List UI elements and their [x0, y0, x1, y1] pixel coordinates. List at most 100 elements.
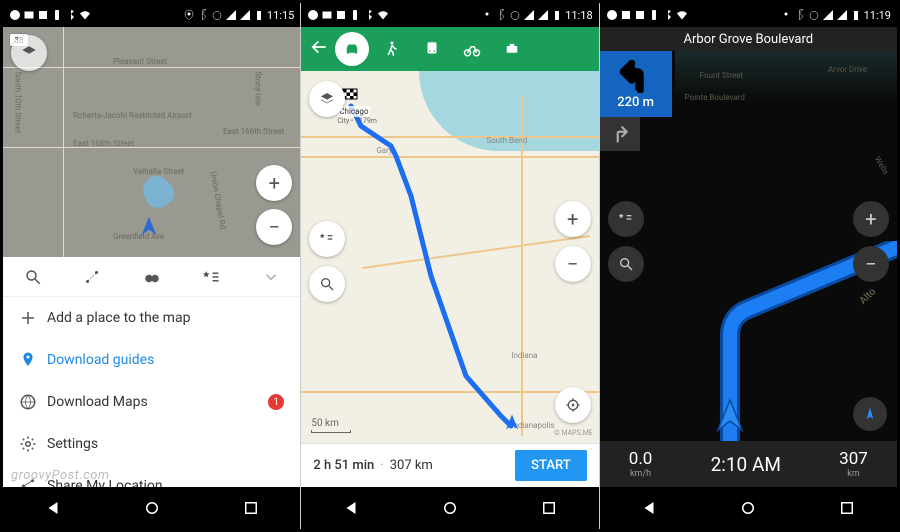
star-list-icon — [202, 268, 220, 286]
back-icon[interactable] — [640, 499, 658, 517]
tab-more[interactable] — [241, 268, 300, 286]
route-map[interactable]: Evanston Gary South Bend Indiana Indiana… — [301, 71, 598, 443]
bookmarks-button[interactable] — [608, 201, 644, 237]
spotify-icon — [307, 9, 319, 21]
menu-list: Add a place to the map Download guides D… — [3, 297, 300, 487]
nav-status-bar[interactable]: 0.0 km/h 2:10 AM 307 km — [600, 441, 897, 487]
next-turn[interactable] — [600, 117, 640, 151]
recents-icon[interactable] — [540, 499, 558, 517]
phone-icon — [51, 9, 63, 21]
status-bar: 11:19 — [600, 3, 897, 27]
current-street: Arbor Grove Boulevard — [600, 27, 897, 51]
screen-route: 11:18 Evanston Gary South Bend Indiana I… — [301, 3, 599, 529]
recents-icon[interactable] — [242, 499, 260, 517]
mode-transit[interactable] — [415, 32, 449, 66]
status-time: 11:19 — [864, 9, 891, 22]
menu-label: Download Maps — [47, 394, 148, 410]
map-label: Pleasant Street — [113, 57, 167, 66]
app-icon — [620, 9, 632, 21]
android-navbar — [3, 487, 300, 529]
taxi-icon — [503, 40, 521, 58]
android-navbar — [301, 487, 598, 529]
alarm-icon — [211, 9, 223, 21]
nav-position-icon — [712, 397, 748, 433]
tab-discover[interactable] — [122, 268, 181, 286]
menu-download-maps[interactable]: Download Maps 1 — [3, 381, 300, 423]
nav-map[interactable]: Fount Street Arvor Drive Pointe Boulevar… — [600, 51, 897, 441]
zoom-out-button[interactable]: − — [256, 209, 292, 245]
signal-icon — [523, 9, 535, 21]
map-label: South 10th Street — [14, 72, 23, 134]
plus-icon — [19, 309, 37, 327]
route-distance: 307 km — [390, 458, 433, 473]
turn-instruction[interactable]: 220 m — [600, 51, 672, 117]
zoom-in-button[interactable]: + — [853, 201, 889, 237]
car-icon — [343, 40, 361, 58]
menu-add-place[interactable]: Add a place to the map — [3, 297, 300, 339]
location-icon — [780, 9, 792, 21]
map-view[interactable]: Pleasant Street Roberts-Jacobi Restricte… — [3, 27, 300, 257]
home-icon[interactable] — [739, 499, 757, 517]
tab-route[interactable] — [62, 268, 121, 286]
battery-icon — [551, 9, 563, 21]
zoom-in-button[interactable]: + — [555, 201, 591, 237]
menu-label: Add a place to the map — [47, 310, 190, 326]
mode-bike[interactable] — [455, 32, 489, 66]
my-location-button[interactable] — [555, 387, 591, 423]
status-bar: 11:18 — [301, 3, 598, 27]
pin-icon — [19, 351, 37, 369]
signal-icon — [836, 9, 848, 21]
crosshair-icon — [565, 397, 581, 413]
back-icon[interactable] — [44, 499, 62, 517]
recents-icon[interactable] — [838, 499, 856, 517]
star-list-icon — [618, 211, 634, 227]
wifi-icon — [377, 9, 389, 21]
battery-icon — [850, 9, 862, 21]
menu-label: Download guides — [47, 352, 154, 368]
map-label: Union Chapel Rd — [209, 171, 228, 230]
tab-bookmarks[interactable] — [181, 268, 240, 286]
alarm-icon — [509, 9, 521, 21]
mode-car[interactable] — [335, 32, 369, 66]
home-icon[interactable] — [441, 499, 459, 517]
location-arrow-icon — [503, 413, 521, 431]
status-bar: 11:15 — [3, 3, 300, 27]
tab-search[interactable] — [3, 268, 62, 286]
eta-metric: 2:10 AM — [711, 453, 781, 476]
mode-taxi[interactable] — [495, 32, 529, 66]
speed-metric: 0.0 km/h — [629, 449, 653, 479]
compass-button[interactable] — [853, 397, 887, 431]
route-summary-bar: 2 h 51 min · 307 km START — [301, 443, 598, 487]
layers-button[interactable] — [11, 35, 47, 71]
location-icon — [183, 9, 195, 21]
notification-badge: 1 — [268, 394, 284, 410]
route-line — [336, 96, 556, 436]
chevron-down-icon — [262, 268, 280, 286]
back-button[interactable] — [309, 37, 329, 61]
layers-icon — [20, 44, 38, 62]
zoom-in-button[interactable]: + — [256, 165, 292, 201]
wifi-icon — [79, 9, 91, 21]
menu-label: Settings — [47, 436, 98, 452]
home-icon[interactable] — [143, 499, 161, 517]
dest-sub: City • 1179m — [337, 117, 377, 125]
zoom-out-button[interactable]: − — [853, 246, 889, 282]
route-duration: 2 h 51 min — [313, 458, 374, 473]
search-icon — [319, 276, 335, 292]
phone-icon — [648, 9, 660, 21]
gear-icon — [19, 435, 37, 453]
search-button[interactable] — [608, 246, 644, 282]
zoom-out-button[interactable]: − — [555, 246, 591, 282]
screen-navigation: 11:19 Arbor Grove Boulevard Fount Street… — [600, 3, 897, 529]
menu-settings[interactable]: Settings — [3, 423, 300, 465]
app-icon — [37, 9, 49, 21]
start-button[interactable]: START — [515, 450, 586, 481]
signal-icon — [822, 9, 834, 21]
spotify-icon — [606, 9, 618, 21]
turn-distance: 220 m — [617, 95, 654, 110]
bluetooth-icon — [363, 9, 375, 21]
back-icon[interactable] — [342, 499, 360, 517]
bluetooth-icon — [495, 9, 507, 21]
menu-download-guides[interactable]: Download guides — [3, 339, 300, 381]
mode-walk[interactable] — [375, 32, 409, 66]
